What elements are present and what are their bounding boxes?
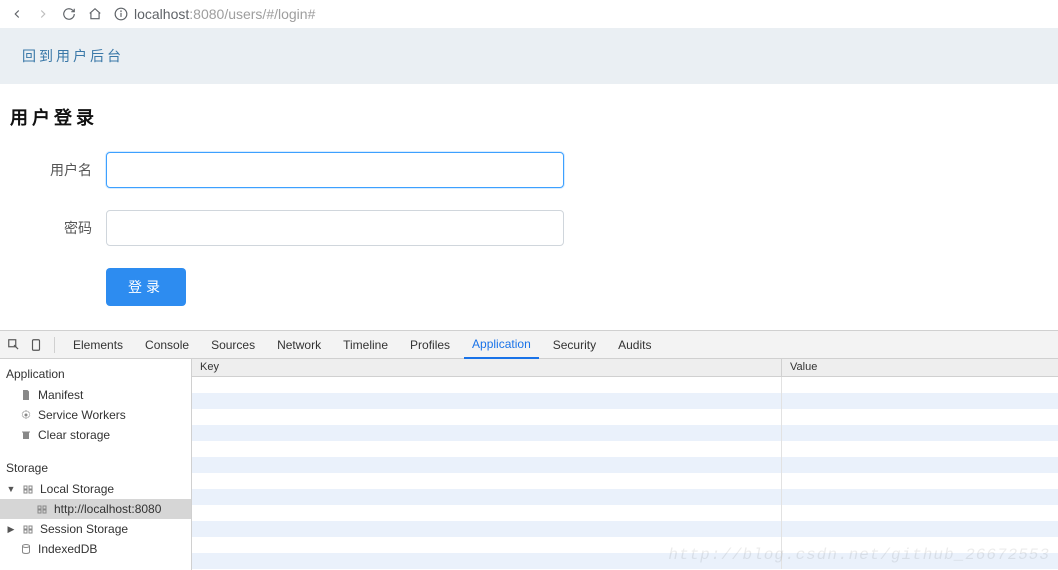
table-row[interactable]: [192, 377, 1058, 393]
banner: 回到用户后台: [0, 28, 1058, 84]
sidebar-item-label: Service Workers: [38, 408, 126, 422]
table-row[interactable]: [192, 457, 1058, 473]
url-host: localhost: [134, 6, 189, 22]
sidebar-item-label: http://localhost:8080: [54, 502, 161, 516]
reload-button[interactable]: [62, 7, 76, 21]
table-row[interactable]: [192, 441, 1058, 457]
password-label: 密码: [10, 218, 106, 238]
forward-button[interactable]: [36, 7, 50, 21]
tab-application[interactable]: Application: [464, 331, 539, 359]
tab-network[interactable]: Network: [269, 331, 329, 359]
table-row[interactable]: [192, 505, 1058, 521]
url-text: localhost:8080/users/#/login#: [134, 6, 315, 22]
table-row[interactable]: [192, 489, 1058, 505]
password-row: 密码: [10, 210, 1048, 246]
tab-timeline[interactable]: Timeline: [335, 331, 396, 359]
username-label: 用户名: [10, 160, 106, 180]
back-to-dashboard-link[interactable]: 回到用户后台: [22, 48, 124, 64]
sidebar-item-label: IndexedDB: [38, 542, 97, 556]
devtools-tabbar: Elements Console Sources Network Timelin…: [0, 331, 1058, 359]
storage-table-header: Key Value: [192, 359, 1058, 377]
tab-sources[interactable]: Sources: [203, 331, 263, 359]
sidebar-section-storage: Storage: [0, 455, 191, 479]
page-content: 回到用户后台 用户登录 用户名 密码 登录: [0, 28, 1058, 330]
table-row[interactable]: [192, 521, 1058, 537]
tab-console[interactable]: Console: [137, 331, 197, 359]
storage-icon: [36, 503, 48, 515]
table-row[interactable]: [192, 393, 1058, 409]
sidebar-item-manifest[interactable]: Manifest: [0, 385, 191, 405]
table-row[interactable]: [192, 473, 1058, 489]
tab-audits[interactable]: Audits: [610, 331, 659, 359]
sidebar-item-session-storage[interactable]: ▶ Session Storage: [0, 519, 191, 539]
username-input[interactable]: [106, 152, 564, 188]
sidebar-item-local-storage[interactable]: ▼ Local Storage: [0, 479, 191, 499]
back-button[interactable]: [10, 7, 24, 21]
sidebar-item-label: Manifest: [38, 388, 83, 402]
sidebar-item-label: Session Storage: [40, 522, 128, 536]
col-value-header[interactable]: Value: [782, 359, 1058, 376]
devtools-sidebar: Application Manifest Service Workers Cle…: [0, 359, 192, 570]
password-input[interactable]: [106, 210, 564, 246]
site-info-icon[interactable]: [114, 7, 128, 21]
url-path: /users/#/login#: [224, 6, 315, 22]
sidebar-item-local-storage-origin[interactable]: http://localhost:8080: [0, 499, 191, 519]
sidebar-item-label: Clear storage: [38, 428, 110, 442]
devtools-panel: Elements Console Sources Network Timelin…: [0, 330, 1058, 570]
username-row: 用户名: [10, 152, 1048, 188]
storage-table: Key Value: [192, 359, 1058, 570]
document-icon: [20, 389, 32, 401]
gear-icon: [20, 409, 32, 421]
tab-elements[interactable]: Elements: [65, 331, 131, 359]
table-row[interactable]: [192, 553, 1058, 569]
address-bar[interactable]: localhost:8080/users/#/login#: [114, 6, 1048, 22]
sidebar-item-indexeddb[interactable]: IndexedDB: [0, 539, 191, 559]
browser-toolbar: localhost:8080/users/#/login#: [0, 0, 1058, 28]
storage-icon: [22, 523, 34, 535]
chevron-right-icon[interactable]: ▶: [6, 524, 16, 535]
home-button[interactable]: [88, 7, 102, 21]
page-title: 用户登录: [10, 104, 1048, 130]
sidebar-section-application: Application: [0, 361, 191, 385]
inspect-element-icon[interactable]: [6, 337, 22, 353]
sidebar-item-clear-storage[interactable]: Clear storage: [0, 425, 191, 445]
sidebar-item-label: Local Storage: [40, 482, 114, 496]
chevron-down-icon[interactable]: ▼: [6, 484, 16, 494]
separator: [54, 337, 55, 353]
table-row[interactable]: [192, 537, 1058, 553]
login-button[interactable]: 登录: [106, 268, 186, 306]
database-icon: [20, 543, 32, 555]
tab-security[interactable]: Security: [545, 331, 604, 359]
tab-profiles[interactable]: Profiles: [402, 331, 458, 359]
table-row[interactable]: [192, 409, 1058, 425]
table-row[interactable]: [192, 425, 1058, 441]
col-key-header[interactable]: Key: [192, 359, 782, 376]
storage-table-body[interactable]: [192, 377, 1058, 570]
sidebar-item-service-workers[interactable]: Service Workers: [0, 405, 191, 425]
storage-icon: [22, 483, 34, 495]
trash-icon: [20, 429, 32, 441]
url-port: :8080: [189, 6, 224, 22]
device-toggle-icon[interactable]: [28, 337, 44, 353]
